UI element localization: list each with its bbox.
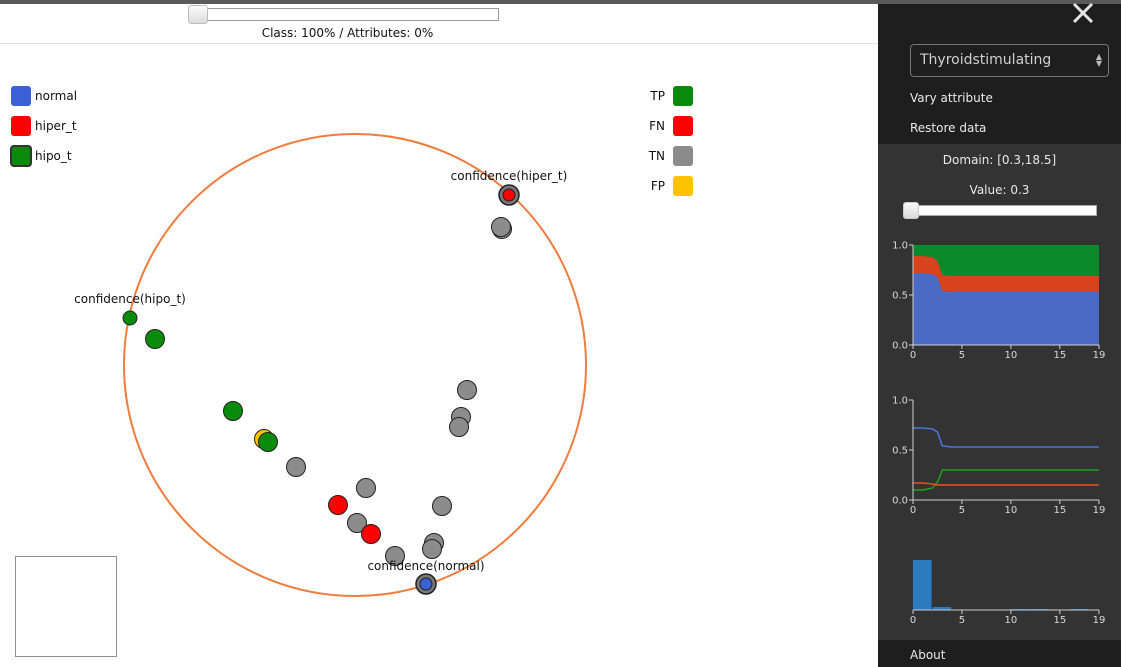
main-canvas[interactable]: Class: 100% / Attributes: 0% normal hiper… bbox=[0, 4, 878, 667]
data-point[interactable] bbox=[449, 417, 469, 437]
y-tick-label: 0.0 bbox=[892, 341, 908, 352]
anchor-label-hiper: confidence(hiper_t) bbox=[451, 169, 568, 183]
x-tick-label: 15 bbox=[1053, 350, 1066, 361]
attribute-select[interactable]: Thyroidstimulating ▲ ▼ bbox=[910, 44, 1109, 77]
line-series-1 bbox=[913, 469, 1099, 491]
minimap[interactable] bbox=[15, 556, 117, 657]
legend-label-hiper_t: hiper_t bbox=[35, 119, 77, 133]
legend-swatch-hipo_t[interactable] bbox=[10, 145, 32, 167]
data-point[interactable] bbox=[422, 539, 442, 559]
outcome-swatch-tp[interactable] bbox=[673, 86, 693, 106]
about-link[interactable]: About bbox=[910, 648, 945, 662]
x-tick-label: 10 bbox=[1005, 350, 1018, 361]
x-tick-label: 5 bbox=[959, 615, 965, 626]
data-point[interactable] bbox=[432, 496, 452, 516]
outcome-label-fn: FN bbox=[649, 119, 665, 133]
sidebar: Thyroidstimulating ▲ ▼ Vary attribute Res… bbox=[878, 2, 1121, 667]
x-tick-label: 5 bbox=[959, 350, 965, 361]
histogram-chart: 0 5 10 15 19 bbox=[910, 560, 1106, 626]
data-point[interactable] bbox=[491, 217, 511, 237]
outcome-legend: TP FN TN FP bbox=[648, 86, 693, 196]
legend-label-normal: normal bbox=[35, 89, 77, 103]
select-arrows-icon: ▲ ▼ bbox=[1095, 52, 1102, 68]
stacked-area-chart: 0 5 10 15 19 0.0 0.5 1.0 bbox=[892, 241, 1106, 362]
anchor-point-normal[interactable] bbox=[419, 577, 433, 591]
x-tick-label: 15 bbox=[1053, 615, 1066, 626]
y-tick-label: 0.0 bbox=[892, 496, 908, 507]
x-tick-label: 19 bbox=[1093, 350, 1106, 361]
y-tick-label: 1.0 bbox=[892, 241, 908, 252]
data-point[interactable] bbox=[457, 380, 477, 400]
data-point[interactable] bbox=[223, 401, 243, 421]
data-point[interactable] bbox=[145, 329, 165, 349]
y-tick-label: 1.0 bbox=[892, 396, 908, 407]
line-series-0 bbox=[913, 427, 1099, 448]
vary-attribute-link[interactable]: Vary attribute bbox=[910, 91, 993, 105]
domain-text: Domain: [0.3,18.5] bbox=[942, 153, 1057, 167]
attribute-select-value: Thyroidstimulating bbox=[920, 52, 1052, 68]
x-tick-label: 10 bbox=[1005, 505, 1018, 516]
data-points bbox=[122, 184, 520, 595]
anchor-point-hipo_t[interactable] bbox=[122, 310, 138, 326]
line-series-2 bbox=[913, 482, 1099, 486]
outcome-label-fp: FP bbox=[651, 179, 665, 193]
line-chart: 0 5 10 15 19 0.0 0.5 1.0 bbox=[892, 396, 1106, 517]
restore-data-link[interactable]: Restore data bbox=[910, 121, 986, 135]
y-tick-label: 0.5 bbox=[892, 291, 908, 302]
x-tick-label: 19 bbox=[1093, 615, 1106, 626]
data-point[interactable] bbox=[328, 495, 348, 515]
outcome-swatch-tn[interactable] bbox=[673, 146, 693, 166]
outcome-label-tn: TN bbox=[648, 149, 665, 163]
histogram-bar bbox=[913, 560, 932, 610]
value-text: Value: 0.3 bbox=[969, 183, 1030, 197]
close-icon[interactable] bbox=[1070, 0, 1096, 26]
attribute-panel: Domain: [0.3,18.5] Value: 0.3 0 5 10 15 19 0.… bbox=[878, 144, 1121, 640]
x-tick-label: 0 bbox=[910, 615, 916, 626]
x-tick-label: 19 bbox=[1093, 505, 1106, 516]
data-point[interactable] bbox=[361, 524, 381, 544]
x-tick-label: 0 bbox=[910, 350, 916, 361]
x-tick-label: 5 bbox=[959, 505, 965, 516]
class-legend: normal hiper_t hipo_t bbox=[10, 86, 77, 167]
x-tick-label: 15 bbox=[1053, 505, 1066, 516]
legend-swatch-hiper_t[interactable] bbox=[11, 116, 31, 136]
legend-swatch-normal[interactable] bbox=[11, 86, 31, 106]
anchor-label-normal: confidence(normal) bbox=[367, 559, 484, 573]
data-point[interactable] bbox=[258, 432, 278, 452]
data-point[interactable] bbox=[356, 478, 376, 498]
radviz-plot[interactable]: normal hiper_t hipo_t TP FN TN FP confidence(… bbox=[0, 4, 878, 667]
x-tick-label: 0 bbox=[910, 505, 916, 516]
value-slider[interactable] bbox=[904, 205, 1097, 216]
y-tick-label: 0.5 bbox=[892, 446, 908, 457]
legend-label-hipo_t: hipo_t bbox=[35, 149, 72, 163]
anchor-label-hipo: confidence(hipo_t) bbox=[74, 292, 186, 306]
outcome-swatch-fp[interactable] bbox=[673, 176, 693, 196]
value-slider-thumb[interactable] bbox=[903, 202, 919, 219]
x-tick-label: 10 bbox=[1005, 615, 1018, 626]
outcome-swatch-fn[interactable] bbox=[673, 116, 693, 136]
anchor-point-hiper_t[interactable] bbox=[502, 188, 516, 202]
data-point[interactable] bbox=[286, 457, 306, 477]
outcome-label-tp: TP bbox=[649, 89, 665, 103]
